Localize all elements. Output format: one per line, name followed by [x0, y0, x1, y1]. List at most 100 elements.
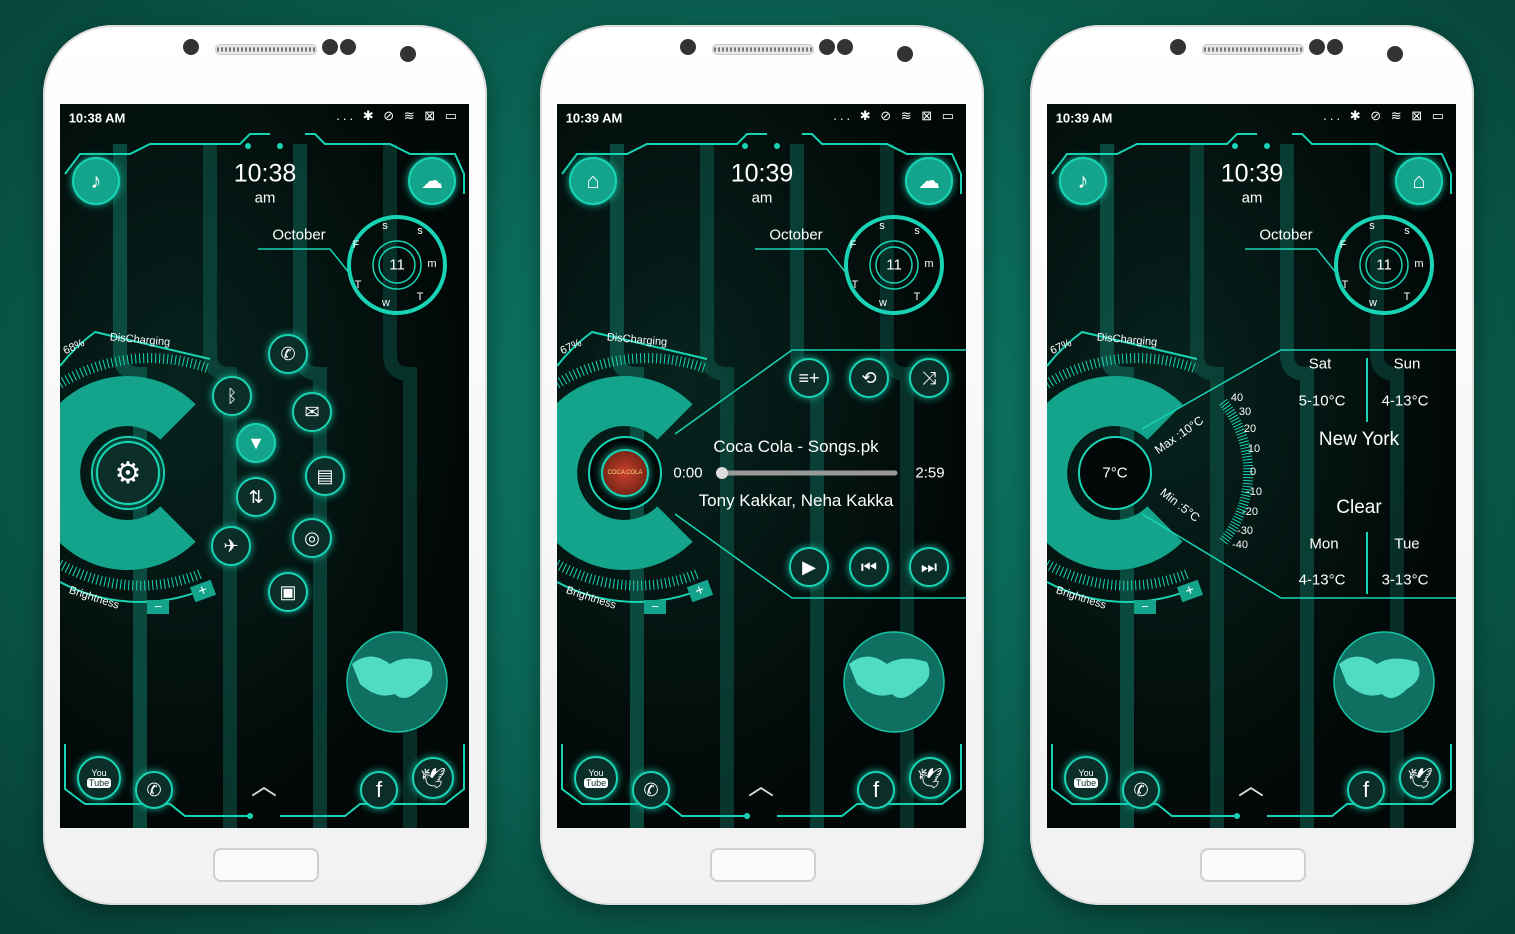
- left-shortcut-button[interactable]: ♪: [1059, 157, 1107, 205]
- circuit-trace: [203, 144, 237, 828]
- next-button[interactable]: ⏭: [909, 547, 949, 587]
- status-icons: ... ✱ ⊘ ≋ ⊠ ▭: [1323, 108, 1447, 123]
- clock-time: 10:38: [233, 159, 297, 188]
- calendar-weekday: T: [851, 279, 859, 291]
- speaker-grille: [215, 44, 317, 55]
- app-drawer-chevron-up-icon[interactable]: ︿: [1238, 766, 1264, 803]
- youtube-icon-bottom: Tube: [583, 778, 609, 788]
- youtube-app-button[interactable]: You Tube: [1064, 756, 1108, 800]
- toggle-data-transfer[interactable]: ⇅: [236, 477, 276, 517]
- repeat-icon: ⟲: [861, 367, 877, 388]
- toggle-mail[interactable]: ✉: [292, 392, 332, 432]
- forecast-day: Sun: [1393, 355, 1421, 373]
- status-time: 10:39 AM: [565, 110, 623, 126]
- facebook-app-button[interactable]: f: [360, 771, 398, 809]
- phone-mockup: 10:38 AM ... ✱ ⊘ ≋ ⊠ ▭ 10:38 am ♪ ☁ October 11 s…: [43, 25, 487, 905]
- youtube-icon-top: You: [1078, 768, 1094, 778]
- play-button[interactable]: ▶: [789, 547, 829, 587]
- sensor: [1170, 39, 1186, 55]
- temperature-scale-label: -20: [1242, 506, 1258, 518]
- settings-button[interactable]: ⚙: [96, 441, 160, 505]
- previous-icon: ⏮: [860, 556, 878, 577]
- calendar-weekday: s: [1404, 225, 1410, 237]
- youtube-app-button[interactable]: You Tube: [77, 756, 121, 800]
- shuffle-icon: ⤨: [921, 367, 937, 388]
- right-shortcut-button[interactable]: ⌂: [1395, 157, 1443, 205]
- left-shortcut-button[interactable]: ⌂: [569, 157, 617, 205]
- calendar-weekday: F: [1339, 239, 1347, 251]
- app-drawer-chevron-up-icon[interactable]: ︿: [748, 766, 774, 803]
- status-time: 10:39 AM: [1055, 110, 1113, 126]
- toggle-wifi[interactable]: ▼: [236, 423, 276, 463]
- calendar-weekday: w: [1369, 297, 1377, 309]
- phone-screen: 10:39 AM ... ✱ ⊘ ≋ ⊠ ▭ 10:39 am ♪ ⌂ October 11 s…: [1047, 104, 1456, 828]
- whatsapp-app-button[interactable]: ✆: [135, 771, 173, 809]
- data-transfer-icon: ⇅: [248, 486, 264, 507]
- phone-icon: ✆: [280, 343, 296, 364]
- current-temperature: 7°C: [1102, 464, 1128, 482]
- previous-button[interactable]: ⏮: [849, 547, 889, 587]
- home-hardware-button[interactable]: [1200, 848, 1306, 882]
- right-shortcut-button[interactable]: ☁: [905, 157, 953, 205]
- phone-mockup: 10:39 AM ... ✱ ⊘ ≋ ⊠ ▭ 10:39 am ♪ ⌂ October 11 s…: [1030, 25, 1474, 905]
- duration: 2:59: [915, 464, 945, 482]
- calendar-weekday: s: [1369, 220, 1375, 232]
- twitter-app-button[interactable]: 🕊: [909, 757, 951, 799]
- twitter-bird-icon: 🕊: [420, 767, 446, 790]
- toggle-briefcase[interactable]: ▣: [268, 572, 308, 612]
- calendar-weekday: m: [427, 258, 437, 270]
- brightness-minus-button[interactable]: −: [147, 600, 169, 614]
- toggle-airplane[interactable]: ✈: [211, 526, 251, 566]
- temperature-scale-label: -10: [1246, 486, 1262, 498]
- circuit-trace: [1280, 144, 1314, 828]
- sensor: [322, 39, 338, 55]
- facebook-icon: f: [872, 777, 880, 802]
- calendar-weekday: m: [1414, 258, 1424, 270]
- shuffle-button[interactable]: ⤨: [909, 358, 949, 398]
- weather-condition: Clear: [1336, 497, 1382, 518]
- status-time: 10:38 AM: [68, 110, 126, 126]
- month-label: October: [272, 226, 326, 244]
- app-drawer-chevron-up-icon[interactable]: ︿: [251, 766, 277, 803]
- whatsapp-app-button[interactable]: ✆: [632, 771, 670, 809]
- whatsapp-icon: ✆: [643, 779, 659, 800]
- youtube-app-button[interactable]: You Tube: [574, 756, 618, 800]
- facebook-icon: f: [375, 777, 383, 802]
- temperature-scale-label: -30: [1237, 525, 1253, 537]
- phone-mockup: 10:39 AM ... ✱ ⊘ ≋ ⊠ ▭ 10:39 am ⌂ ☁ October 11 s…: [540, 25, 984, 905]
- sensor: [837, 39, 853, 55]
- briefcase-icon: ▣: [279, 581, 297, 602]
- facebook-icon: f: [1362, 777, 1370, 802]
- right-shortcut-button[interactable]: ☁: [408, 157, 456, 205]
- forecast-day: Sat: [1308, 355, 1332, 373]
- left-shortcut-button[interactable]: ♪: [72, 157, 120, 205]
- temperature-scale-label: -40: [1232, 539, 1248, 551]
- twitter-app-button[interactable]: 🕊: [1399, 757, 1441, 799]
- next-icon: ⏭: [920, 556, 938, 577]
- temperature-scale-label: 10: [1247, 443, 1261, 455]
- city-name: New York: [1318, 429, 1400, 450]
- phone-screen: 10:39 AM ... ✱ ⊘ ≋ ⊠ ▭ 10:39 am ⌂ ☁ October 11 s…: [557, 104, 966, 828]
- toggle-chrome[interactable]: ◎: [292, 518, 332, 558]
- facebook-app-button[interactable]: f: [1347, 771, 1385, 809]
- toggle-phone[interactable]: ✆: [268, 334, 308, 374]
- add-to-playlist-button[interactable]: ≡+: [789, 358, 829, 398]
- circuit-trace: [790, 144, 824, 828]
- toggle-bluetooth[interactable]: ᛒ: [212, 376, 252, 416]
- whatsapp-app-button[interactable]: ✆: [1122, 771, 1160, 809]
- month-label: October: [769, 226, 823, 244]
- home-hardware-button[interactable]: [710, 848, 816, 882]
- forecast-range: 5-10°C: [1298, 392, 1346, 410]
- brightness-minus-button[interactable]: −: [1134, 600, 1156, 614]
- home-hardware-button[interactable]: [213, 848, 319, 882]
- brightness-minus-button[interactable]: −: [644, 600, 666, 614]
- progress-thumb[interactable]: [716, 467, 728, 479]
- mail-icon: ✉: [304, 401, 320, 422]
- status-icons: ... ✱ ⊘ ≋ ⊠ ▭: [336, 108, 460, 123]
- repeat-button[interactable]: ⟲: [849, 358, 889, 398]
- calendar-weekday: s: [914, 225, 920, 237]
- twitter-app-button[interactable]: 🕊: [412, 757, 454, 799]
- facebook-app-button[interactable]: f: [857, 771, 895, 809]
- toggle-message[interactable]: ▤: [305, 456, 345, 496]
- clock-time: 10:39: [730, 159, 794, 188]
